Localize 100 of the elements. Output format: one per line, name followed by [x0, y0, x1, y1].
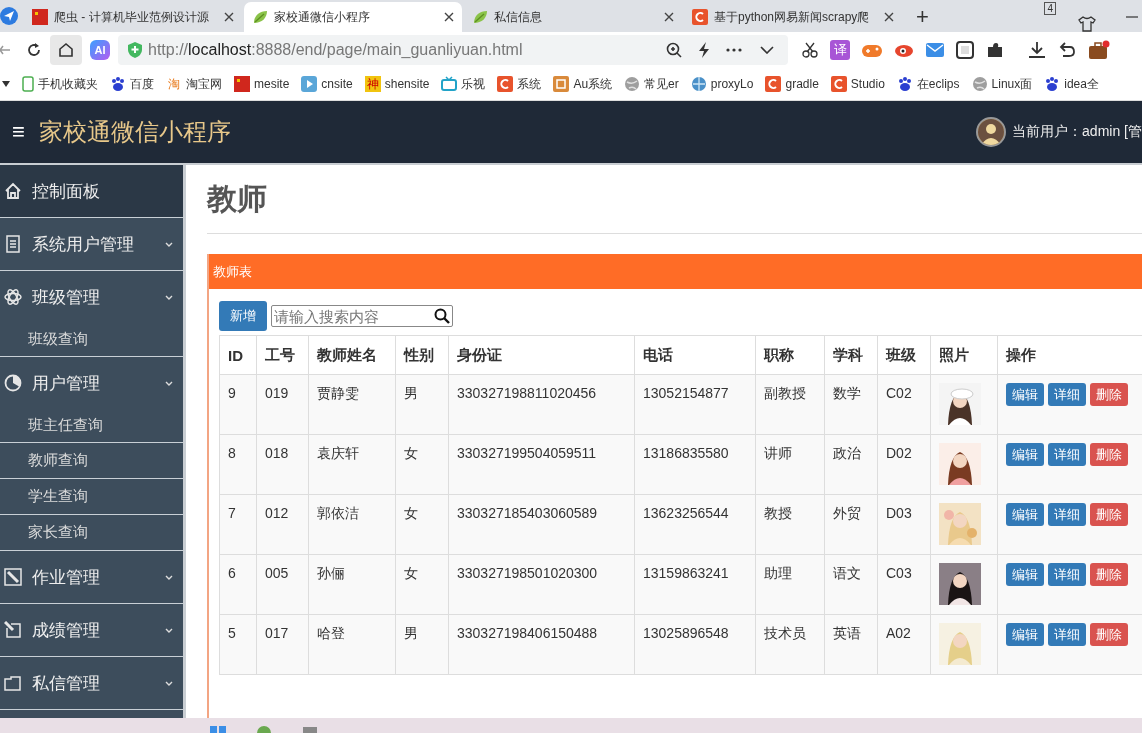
scissors-icon[interactable]: [802, 42, 818, 58]
bookmark[interactable]: cnsite: [301, 76, 353, 92]
undo-icon[interactable]: [1058, 42, 1076, 58]
bookmark[interactable]: 常见er: [624, 75, 679, 93]
more-icon[interactable]: [726, 48, 742, 52]
bookmark[interactable]: gradle: [765, 76, 819, 92]
bookmark[interactable]: Au系统: [553, 75, 613, 93]
new-tab-button[interactable]: +: [916, 2, 929, 32]
bookmark[interactable]: 淘 淘宝网: [166, 75, 222, 93]
c-logo-icon: [765, 76, 782, 92]
delete-button[interactable]: 删除: [1090, 503, 1128, 526]
table-cell: 技术员: [755, 614, 825, 675]
detail-button[interactable]: 详细: [1048, 383, 1086, 406]
edit-button[interactable]: 编辑: [1006, 623, 1044, 646]
table-cell: 13186835580: [634, 434, 756, 495]
sidebar-item[interactable]: 成绩管理: [0, 604, 183, 657]
sidebar-item[interactable]: 私信管理: [0, 657, 183, 710]
edit-button[interactable]: 编辑: [1006, 563, 1044, 586]
add-button[interactable]: 新增: [219, 301, 267, 331]
table-cell: 教授: [755, 494, 825, 555]
table-cell: 袁庆轩: [308, 434, 396, 495]
sidebar-item[interactable]: 控制面板: [0, 165, 183, 218]
play-icon: [301, 76, 318, 92]
table-cell: 哈登: [308, 614, 396, 675]
bookmark[interactable]: proxyLo: [690, 76, 754, 92]
sidebar-subitem[interactable]: 教师查询: [0, 443, 183, 479]
bookmark[interactable]: mesite: [234, 76, 290, 92]
sidebar-item[interactable]: 用户管理: [0, 357, 183, 409]
table-cell: 郭依洁: [308, 494, 396, 555]
menu-button[interactable]: ≡: [12, 121, 25, 143]
chevron-down-icon[interactable]: [760, 46, 774, 54]
detail-button[interactable]: 详细: [1048, 623, 1086, 646]
delete-button[interactable]: 删除: [1090, 443, 1128, 466]
bookmark[interactable]: 百度: [110, 75, 154, 93]
edit-button[interactable]: 编辑: [1006, 383, 1044, 406]
reload-icon[interactable]: [26, 42, 42, 58]
grid-icon: [553, 76, 570, 92]
eye-icon[interactable]: [894, 43, 914, 57]
edit-button[interactable]: 编辑: [1006, 443, 1044, 466]
search-field[interactable]: 请输入搜索内容: [271, 305, 453, 327]
translate-button[interactable]: 译: [830, 40, 850, 60]
paw-icon: [896, 76, 913, 92]
windows-icon[interactable]: [210, 723, 226, 733]
sidebar-subitem[interactable]: 班级查询: [0, 323, 183, 357]
bookmark[interactable]: 神 shensite: [364, 76, 430, 92]
sidebar-item[interactable]: 作业管理: [0, 551, 183, 604]
sidebar-subitem[interactable]: 班主任查询: [0, 409, 183, 443]
column-header: 班级: [877, 335, 931, 375]
user-avatar[interactable]: [976, 117, 1007, 147]
table-cell: 外贸: [824, 494, 878, 555]
close-icon[interactable]: [444, 12, 454, 22]
gamepad-icon[interactable]: [862, 43, 882, 57]
lightning-icon[interactable]: [698, 42, 710, 58]
browser-tab[interactable]: 私信信息: [464, 2, 682, 32]
table-cell: 6: [219, 554, 257, 615]
sidebar-subitem[interactable]: 学生查询: [0, 479, 183, 515]
detail-button[interactable]: 详细: [1048, 503, 1086, 526]
table-cell: 讲师: [755, 434, 825, 495]
bookmark[interactable]: 系统: [497, 75, 542, 93]
table-cell: C03: [877, 554, 931, 615]
close-icon[interactable]: [224, 12, 234, 22]
table-cell: 330327198406150488: [448, 614, 635, 675]
detail-button[interactable]: 详细: [1048, 443, 1086, 466]
bookmark[interactable]: Linux面: [971, 75, 1033, 93]
bookmark[interactable]: Studio: [830, 76, 885, 92]
search-icon[interactable]: [434, 308, 450, 324]
back-icon[interactable]: [0, 43, 10, 57]
bookmark[interactable]: 乐视: [441, 75, 486, 93]
edit-button[interactable]: 编辑: [1006, 503, 1044, 526]
browser-tab[interactable]: 爬虫 - 计算机毕业范例设计源: [24, 2, 242, 32]
table-cell: 13025896548: [634, 614, 756, 675]
browser-tab[interactable]: 家校通微信小程序: [244, 2, 462, 32]
dropdown-icon[interactable]: [2, 81, 10, 87]
bookmark[interactable]: 手机收藏夹: [22, 75, 98, 93]
bookmark[interactable]: idea全: [1044, 75, 1099, 93]
column-header: 教师姓名: [308, 335, 396, 375]
column-header: 性别: [395, 335, 449, 375]
close-icon[interactable]: [884, 12, 894, 22]
table-cell: 政治: [824, 434, 878, 495]
sidebar-item[interactable]: 系统用户管理: [0, 218, 183, 271]
bookmark[interactable]: 在eclips: [896, 75, 960, 93]
zoom-icon[interactable]: [666, 42, 682, 58]
globe-icon: [624, 76, 641, 92]
sidebar-item[interactable]: 班级管理: [0, 271, 183, 323]
close-icon[interactable]: [664, 12, 674, 22]
sidebar-subitem[interactable]: 家长查询: [0, 515, 183, 551]
paw-icon: [1044, 76, 1061, 92]
delete-button[interactable]: 删除: [1090, 563, 1128, 586]
download-icon[interactable]: [1028, 41, 1046, 59]
navigation-icon[interactable]: [0, 7, 18, 25]
mail-icon[interactable]: [926, 43, 944, 57]
address-bar[interactable]: http://localhost:8888/end/page/main_guanliyuan.html: [118, 35, 788, 65]
home-icon[interactable]: [58, 42, 74, 58]
briefcase-icon[interactable]: [1088, 40, 1110, 60]
delete-button[interactable]: 删除: [1090, 383, 1128, 406]
detail-button[interactable]: 详细: [1048, 563, 1086, 586]
shirt-icon[interactable]: [1078, 16, 1096, 32]
browser-tab[interactable]: 基于python网易新闻scrapy爬: [684, 2, 902, 32]
delete-button[interactable]: 删除: [1090, 623, 1128, 646]
table-cell: 女: [395, 554, 449, 615]
